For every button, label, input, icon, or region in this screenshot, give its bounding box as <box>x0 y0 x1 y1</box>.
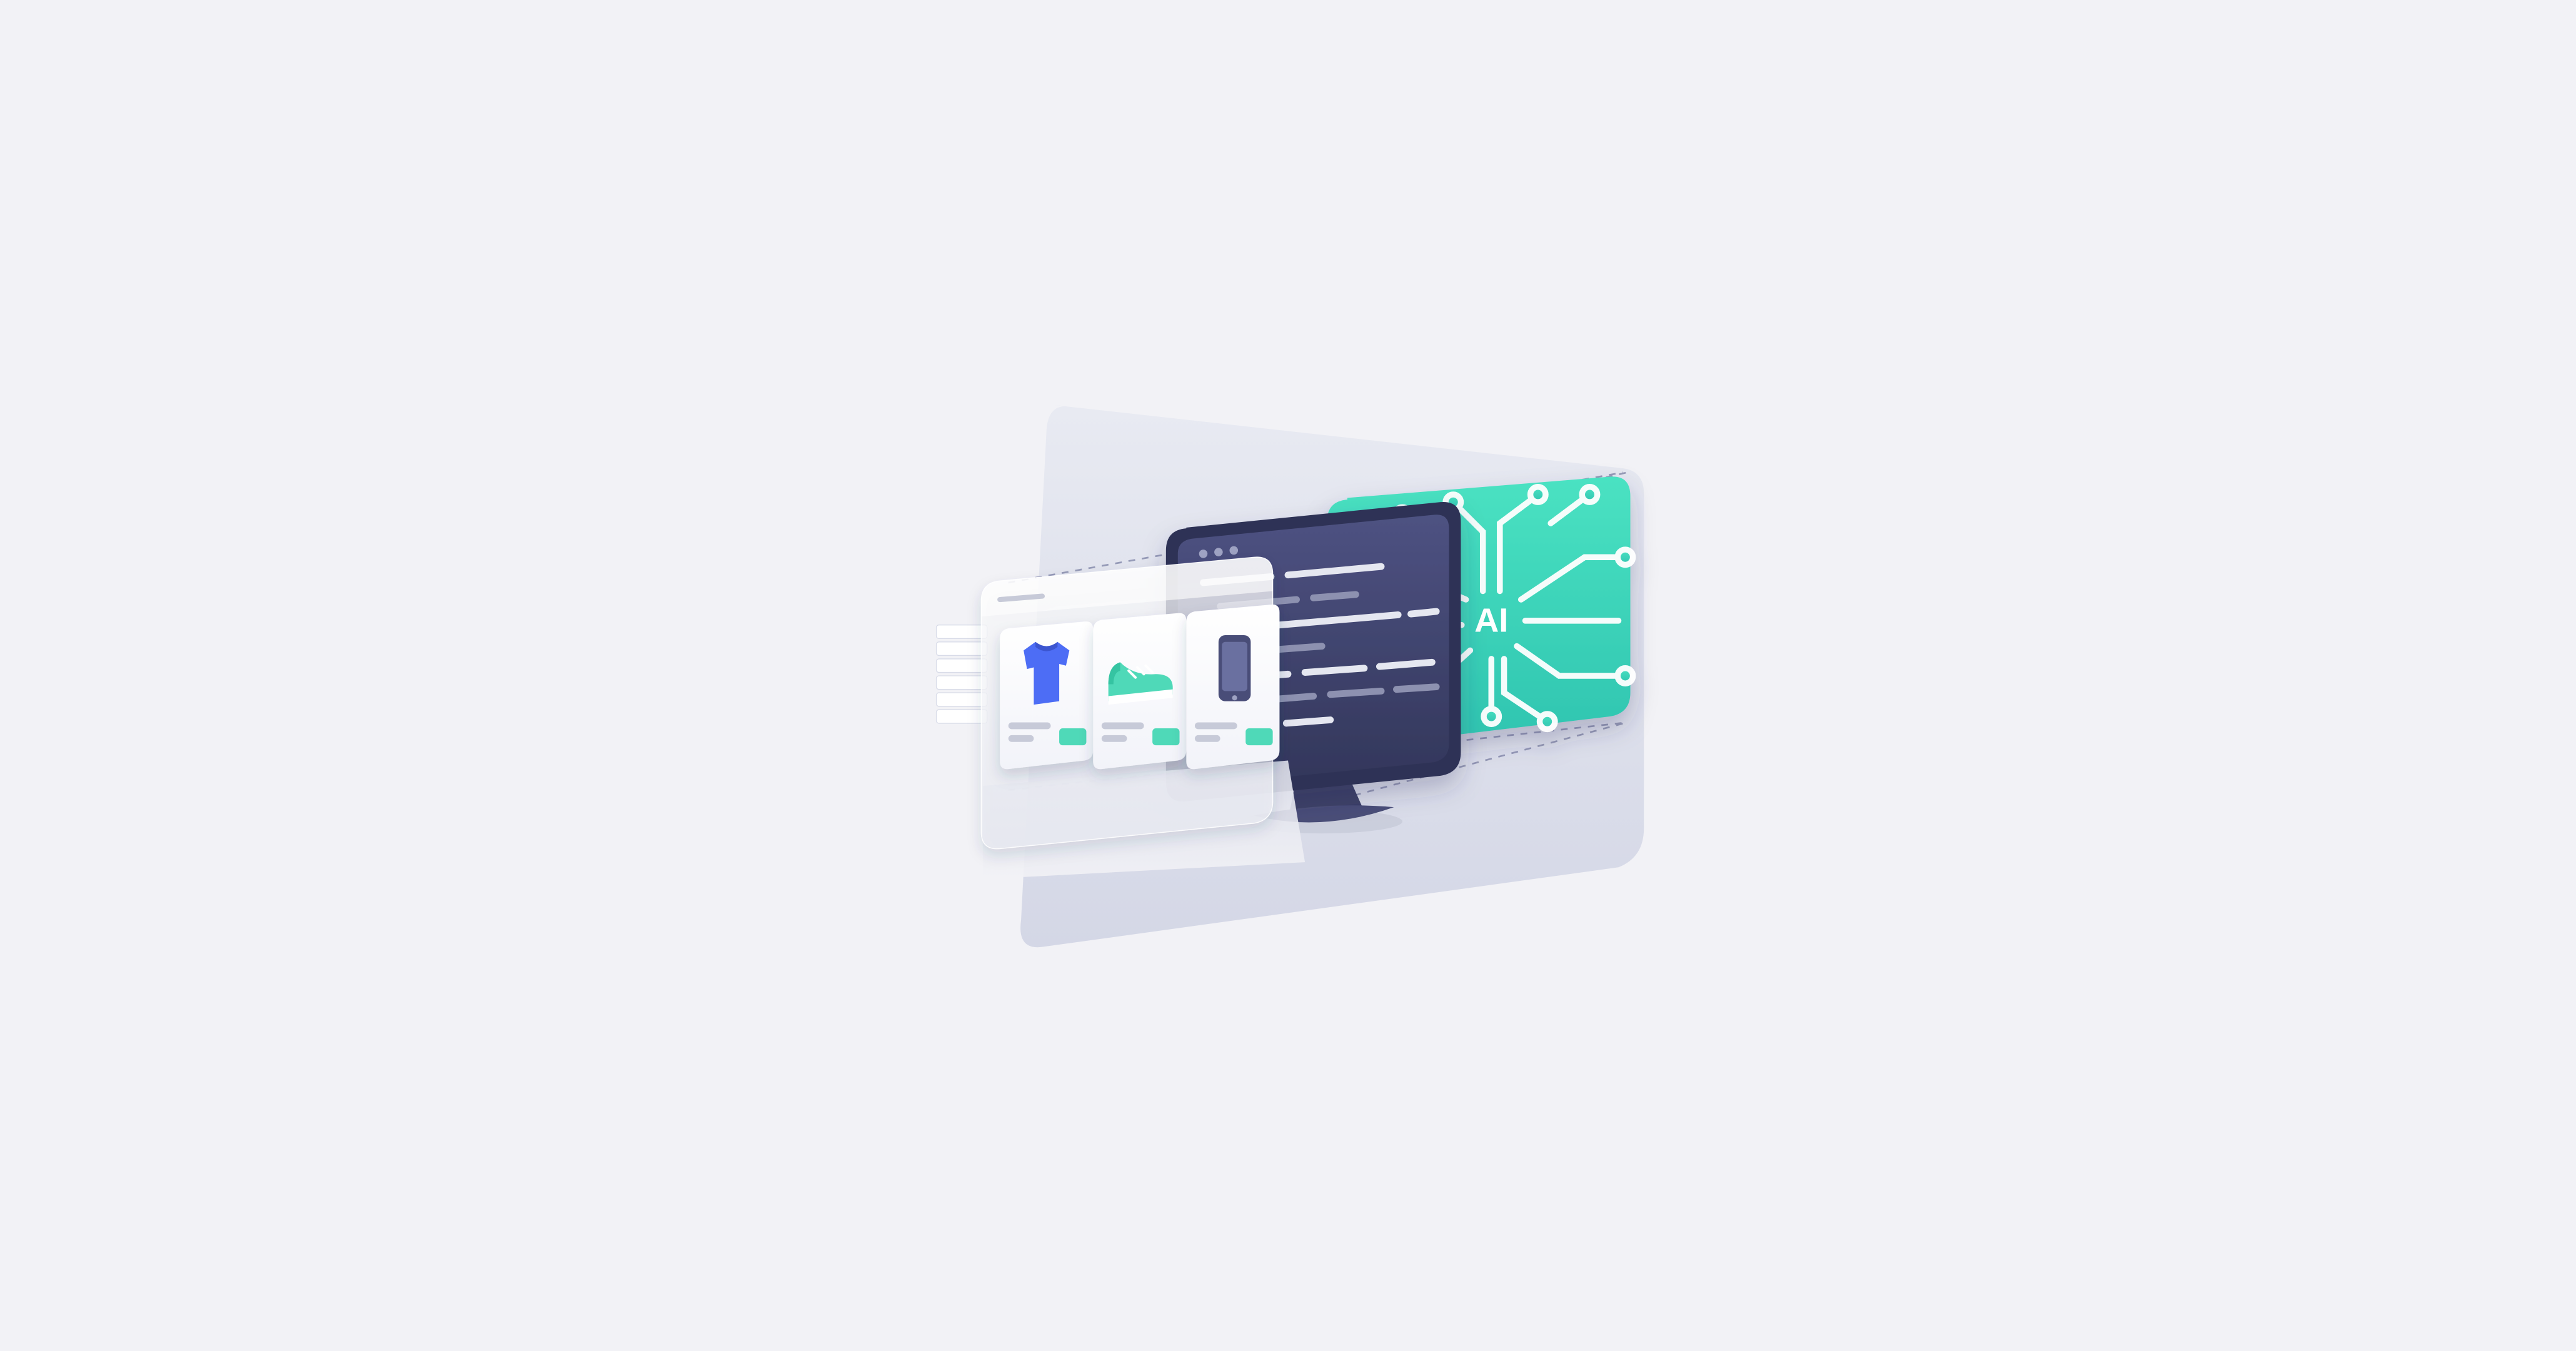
ai-label: AI <box>1474 601 1508 639</box>
phone-icon <box>1219 635 1250 701</box>
product-card-phone <box>1186 605 1279 769</box>
sidebar-list <box>937 625 987 723</box>
illustration-ai-commerce-layers: AI <box>0 0 2576 1351</box>
scene-svg: AI <box>644 336 1932 1014</box>
product-card-sneaker <box>1093 613 1186 769</box>
product-card-tshirt <box>1000 621 1093 769</box>
storefront-layer <box>937 557 1280 849</box>
